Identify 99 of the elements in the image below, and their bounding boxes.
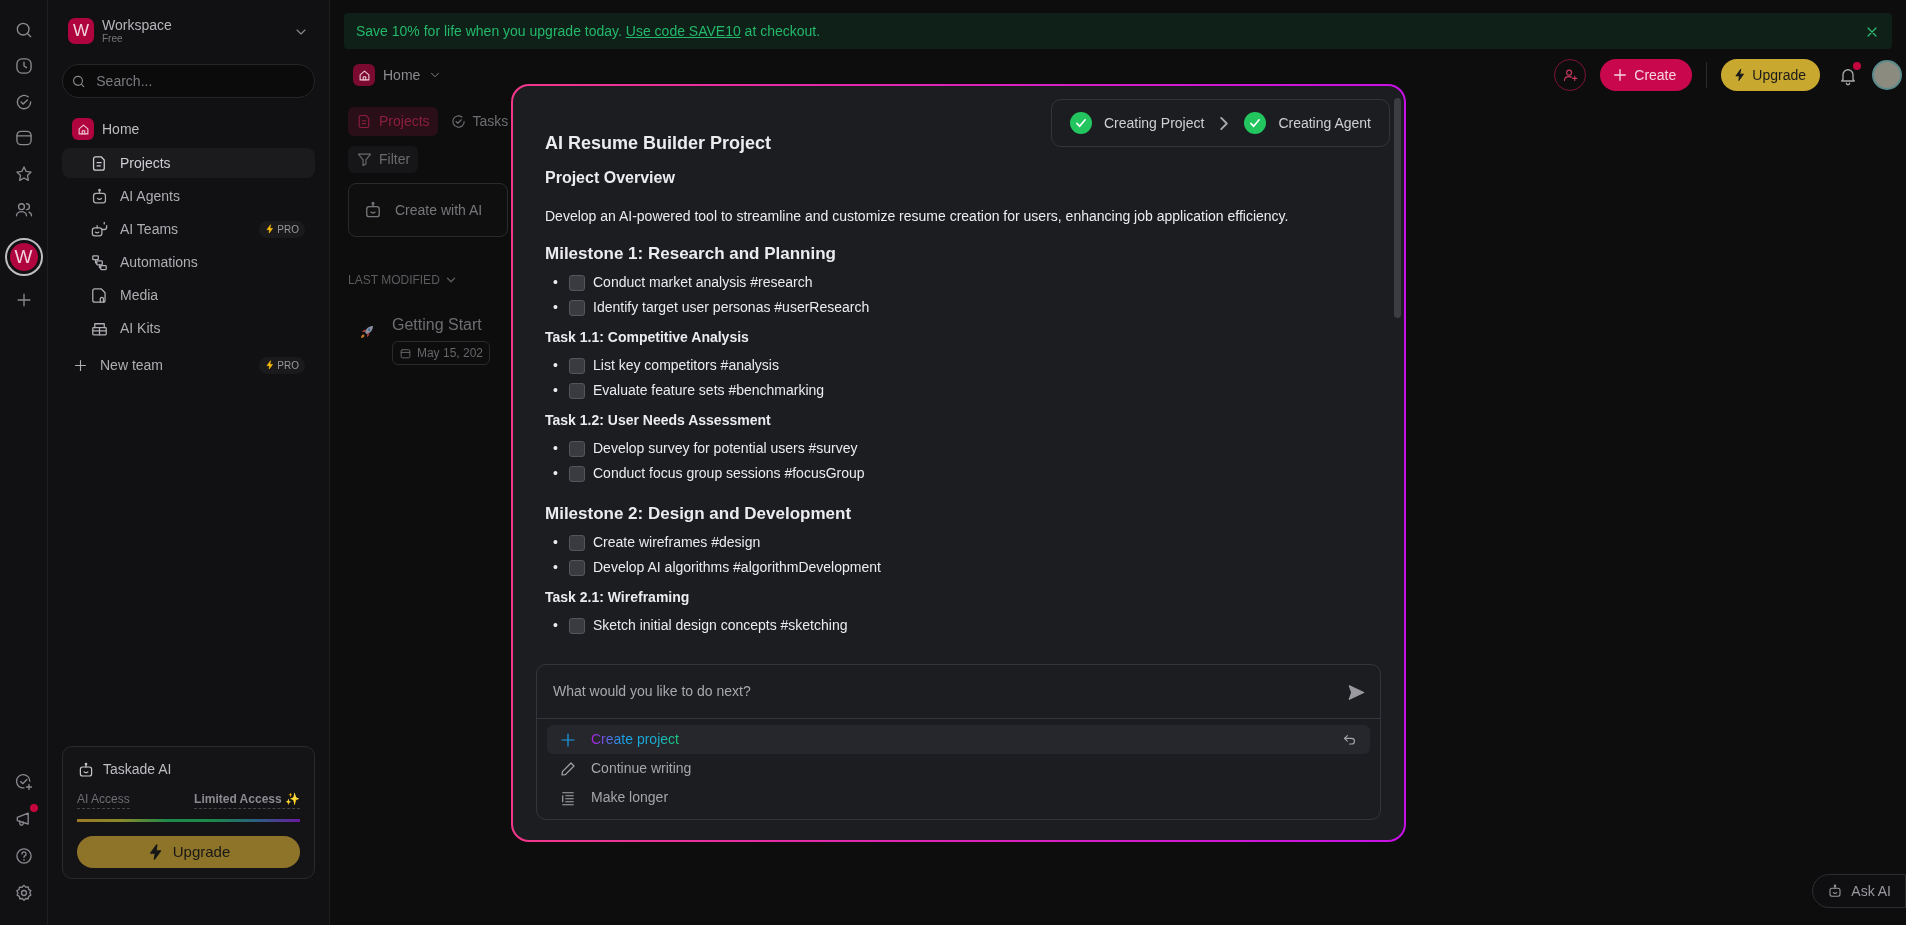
- task-heading: Task 2.1: Wireframing: [545, 588, 691, 607]
- bullet: •: [553, 356, 559, 375]
- create-button[interactable]: Create: [1600, 59, 1693, 91]
- checkbox[interactable]: [569, 465, 585, 482]
- nav-item[interactable]: AI Teams PRO: [62, 214, 315, 245]
- bolt-icon: [265, 224, 276, 235]
- task-text: List key competitors #analysis: [593, 356, 779, 375]
- task-text: Identify target user personas #userResearch: [593, 298, 870, 317]
- date-chip: May 15, 202: [391, 341, 490, 365]
- checkbox[interactable]: [569, 440, 585, 457]
- bolt-icon: [265, 360, 276, 371]
- create-with-ai-card[interactable]: Create with AI: [348, 183, 508, 237]
- breadcrumb-button[interactable]: Home: [353, 64, 443, 86]
- task-text: Conduct market analysis #research: [593, 273, 813, 292]
- nav-item[interactable]: AI Kits: [62, 313, 315, 344]
- help-icon: [13, 846, 34, 866]
- workspace-name: Workspace: [102, 18, 172, 34]
- filter-icon: [356, 151, 373, 168]
- task-text: Develop survey for potential users #survey: [593, 439, 858, 458]
- checkbox[interactable]: [569, 299, 585, 316]
- scrollbar-thumb[interactable]: [1394, 98, 1401, 318]
- milestone-heading: Milestone 1: Research and Planning: [545, 243, 837, 265]
- robot-icon: [77, 760, 95, 779]
- ask-ai-button[interactable]: Ask AI: [1812, 874, 1906, 908]
- step-label: Creating Agent: [1278, 113, 1371, 133]
- nav-item[interactable]: AI Agents: [62, 181, 315, 212]
- project-title[interactable]: Getting Start: [391, 313, 490, 337]
- bullet: •: [553, 533, 559, 552]
- robot-icon: [363, 200, 383, 220]
- suggestion-item[interactable]: Make longer: [547, 783, 1370, 812]
- bullet: •: [553, 439, 559, 458]
- prompt-field[interactable]: What would you like to do next?: [551, 680, 1347, 703]
- upgrade-button[interactable]: Upgrade: [1721, 59, 1820, 91]
- settings-icon: [13, 883, 34, 903]
- home-icon: [72, 118, 94, 141]
- checkbox[interactable]: [569, 617, 585, 634]
- avatar[interactable]: [1872, 60, 1902, 90]
- overview-paragraph: Develop an AI-powered tool to streamline and customize resume creation for users, enhancing job application efficiency.: [545, 207, 1290, 226]
- robot-icon: [90, 186, 109, 206]
- clock-icon: [13, 56, 34, 76]
- tab[interactable]: Tasks: [441, 107, 517, 136]
- calendar-icon: [13, 128, 34, 148]
- task-text: Create wireframes #design: [593, 533, 761, 552]
- checkbox[interactable]: [569, 274, 585, 291]
- task-heading: Task 1.2: User Needs Assessment: [545, 411, 772, 430]
- badge-label: PRO: [277, 358, 299, 373]
- workspace-plan: Free: [102, 33, 124, 45]
- bullet: •: [553, 558, 559, 577]
- task-add-icon: [13, 772, 34, 792]
- home-link[interactable]: Home: [62, 114, 315, 145]
- plus-icon: [1612, 67, 1629, 83]
- suggestion-item[interactable]: Continue writing: [547, 754, 1370, 783]
- task-text: Evaluate feature sets #benchmarking: [593, 381, 825, 400]
- card-label: Create with AI: [395, 200, 483, 220]
- home-icon: [353, 64, 375, 86]
- star-icon: [13, 164, 34, 184]
- milestone-heading: Milestone 2: Design and Development: [545, 503, 853, 525]
- workspace-logo: W: [68, 18, 94, 45]
- chevron-right-icon: [1220, 116, 1229, 130]
- suggestion-label: Continue writing: [591, 759, 692, 778]
- tasks-icon: [449, 113, 467, 130]
- section-heading: Project Overview: [545, 168, 676, 188]
- send-icon: [1347, 682, 1366, 702]
- bullet: •: [553, 273, 559, 292]
- checkbox[interactable]: [569, 382, 585, 399]
- task-text: Develop AI algorithms #algorithmDevelopment: [593, 558, 881, 577]
- suggestion-label: Make longer: [591, 788, 669, 807]
- step-label: Creating Project: [1104, 113, 1205, 133]
- access-label: AI Access: [77, 790, 130, 809]
- search-bar[interactable]: Search...: [62, 64, 315, 99]
- search-field[interactable]: Search...: [94, 69, 306, 93]
- task-heading: Task 1.1: Competitive Analysis: [545, 328, 750, 347]
- bullet: •: [553, 464, 559, 483]
- checkbox[interactable]: [569, 559, 585, 576]
- flowchart-icon: [90, 252, 109, 272]
- task-text: Sketch initial design concepts #sketching: [593, 616, 848, 635]
- suggestion-item[interactable]: Create project: [547, 725, 1370, 754]
- promo-text: Save 10% for life when you upgrade today. Use code SAVE10 at checkout.: [356, 21, 821, 41]
- bullet: •: [553, 616, 559, 635]
- robot-icon: [1827, 883, 1844, 899]
- upgrade-button[interactable]: Upgrade: [77, 836, 300, 868]
- media-file-icon: [90, 285, 109, 305]
- task-text: Conduct focus group sessions #focusGroup: [593, 464, 865, 483]
- new-team-item[interactable]: New team PRO: [62, 350, 315, 381]
- checkbox[interactable]: [569, 534, 585, 551]
- calendar-icon: [398, 346, 412, 360]
- document-title: AI Resume Builder Project: [545, 132, 773, 155]
- card-title: Taskade AI: [103, 760, 172, 779]
- nav-item[interactable]: Media: [62, 280, 315, 311]
- nav-item[interactable]: Automations: [62, 247, 315, 278]
- notifications-button[interactable]: [1838, 64, 1858, 86]
- access-value: Limited Access ✨: [194, 790, 300, 809]
- checkbox[interactable]: [569, 357, 585, 374]
- robots-icon: [90, 219, 109, 239]
- badge-label: PRO: [277, 222, 299, 237]
- bullet: •: [553, 381, 559, 400]
- nav-item[interactable]: Projects: [62, 148, 315, 179]
- bullet: •: [553, 298, 559, 317]
- promo-link[interactable]: Use code SAVE10: [625, 22, 741, 39]
